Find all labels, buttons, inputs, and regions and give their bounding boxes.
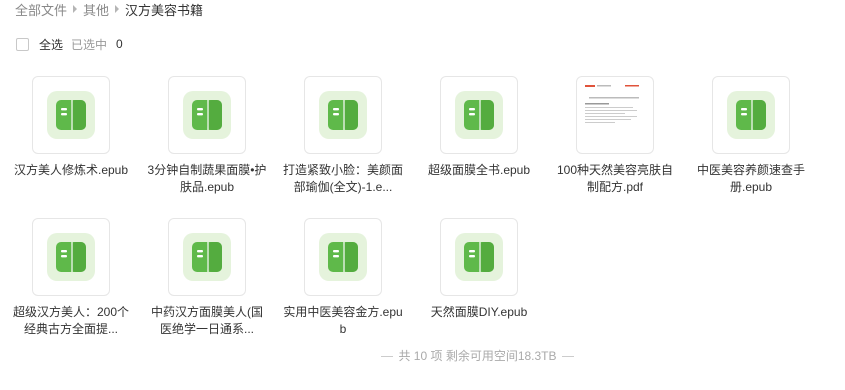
epub-book-icon [727, 91, 775, 139]
epub-book-icon [319, 233, 367, 281]
file-name: 3分钟自制蔬果面膜•护肤品.epub [147, 163, 267, 194]
file-item[interactable]: 超级汉方美人：200个经典古方全面提... [10, 218, 132, 338]
epub-thumbnail [304, 218, 382, 296]
breadcrumb: 全部文件 其他 汉方美容书籍 [15, 0, 203, 18]
selected-label: 已选中 [71, 37, 108, 52]
breadcrumb-current-folder: 汉方美容书籍 [125, 2, 204, 18]
epub-book-icon [183, 91, 231, 139]
file-item[interactable]: 中医美容养颜速查手册.epub [690, 76, 812, 196]
file-item[interactable]: 天然面膜DIY.epub [418, 218, 540, 321]
epub-book-icon [47, 233, 95, 281]
breadcrumb-other[interactable]: 其他 [83, 0, 109, 19]
footer-status: 共 10 项 剩余可用空间18.3TB [0, 347, 845, 364]
epub-book-icon [319, 91, 367, 139]
file-name: 汉方美人修炼术.epub [13, 163, 129, 177]
breadcrumb-all-files[interactable]: 全部文件 [15, 0, 67, 19]
file-item[interactable]: 超级面膜全书.epub [418, 76, 540, 179]
epub-book-icon [455, 91, 503, 139]
file-name: 超级汉方美人：200个经典古方全面提... [12, 305, 130, 336]
breadcrumb-separator-icon [73, 5, 78, 13]
selected-count: 0 [116, 37, 123, 51]
file-item[interactable]: 中药汉方面膜美人(国医绝学一日通系... [146, 218, 268, 338]
file-name: 100种天然美容亮肤自制配方.pdf [556, 163, 674, 194]
file-name: 实用中医美容金方.epub [283, 305, 403, 336]
epub-thumbnail [304, 76, 382, 154]
epub-thumbnail [168, 76, 246, 154]
file-item[interactable]: 汉方美人修炼术.epub [10, 76, 132, 179]
breadcrumb-separator-icon [115, 5, 120, 13]
file-name: 打造紧致小脸：美颜面部瑜伽(全文)-1.e... [282, 163, 403, 194]
epub-book-icon [455, 233, 503, 281]
select-all-label[interactable]: 全选 [39, 36, 63, 53]
epub-book-icon [47, 91, 95, 139]
pdf-thumbnail [576, 76, 654, 154]
file-name: 天然面膜DIY.epub [430, 305, 528, 319]
epub-thumbnail [440, 218, 518, 296]
footer-dash-right [561, 356, 574, 358]
epub-thumbnail [712, 76, 790, 154]
file-item[interactable]: 3分钟自制蔬果面膜•护肤品.epub [146, 76, 268, 196]
select-all-checkbox[interactable] [16, 37, 29, 51]
footer-text: 共 10 项 剩余可用空间18.3TB [398, 349, 557, 363]
epub-thumbnail [32, 76, 110, 154]
file-item[interactable]: 实用中医美容金方.epub [282, 218, 404, 338]
epub-book-icon [183, 233, 231, 281]
file-item[interactable]: 100种天然美容亮肤自制配方.pdf [554, 76, 676, 196]
file-item[interactable]: 打造紧致小脸：美颜面部瑜伽(全文)-1.e... [282, 76, 404, 196]
epub-thumbnail [440, 76, 518, 154]
selection-bar: 全选 已选中 0 [16, 36, 123, 52]
pdf-page-preview-icon [585, 85, 639, 123]
epub-thumbnail [168, 218, 246, 296]
file-name: 中药汉方面膜美人(国医绝学一日通系... [151, 305, 263, 336]
footer-dash-left [381, 356, 394, 358]
file-name: 超级面膜全书.epub [427, 163, 531, 177]
file-name: 中医美容养颜速查手册.epub [696, 163, 805, 194]
epub-thumbnail [32, 218, 110, 296]
